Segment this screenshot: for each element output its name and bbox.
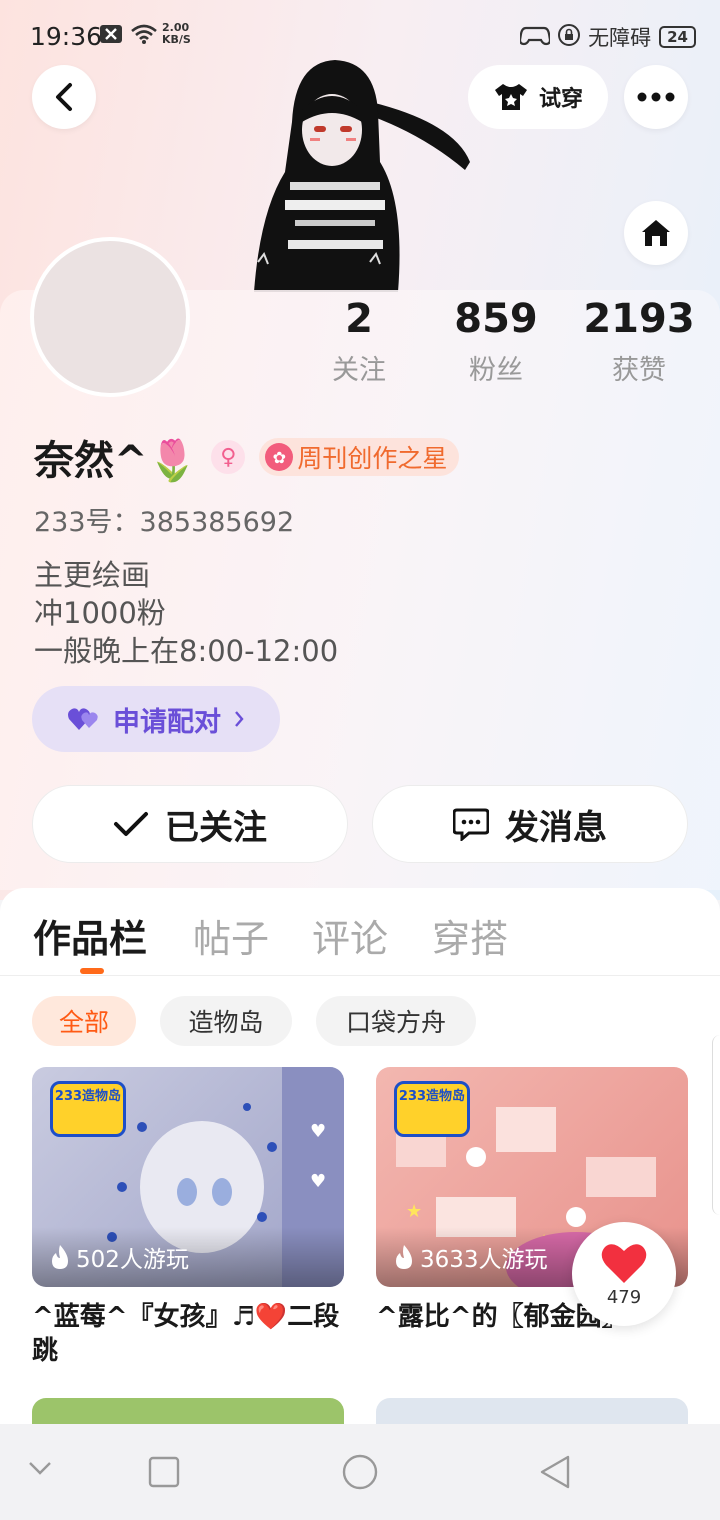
nav-back-icon[interactable] [538, 1454, 572, 1494]
home-icon [642, 220, 670, 246]
name-row: 奈然^🌷 ♀ ✿ 周刊创作之星 [34, 428, 460, 486]
tab-outfits[interactable]: 穿搭 [432, 908, 508, 963]
more-dots-icon [637, 92, 675, 102]
filter-chip-creation-island[interactable]: 造物岛 [160, 996, 292, 1046]
user-id: 233号：385385692 [34, 507, 295, 538]
bio-line: 主更绘画 [34, 558, 151, 592]
notification-x-icon [100, 24, 122, 48]
heart-icon [601, 1243, 647, 1283]
flame-icon [52, 1245, 68, 1269]
like-count: 479 [606, 1286, 642, 1308]
play-count-text: 502人游玩 [76, 1247, 189, 1273]
medal-icon: ✿ [265, 443, 294, 471]
svg-text:♥: ♥ [310, 1171, 326, 1192]
tab-bar: 作品栏 帖子 评论 穿搭 [0, 888, 720, 976]
try-on-label: 试穿 [538, 87, 583, 112]
tab-comments[interactable]: 评论 [312, 908, 388, 963]
lock-icon [558, 23, 581, 51]
network-speed: 2.00 KB/S [162, 22, 191, 46]
work-card[interactable] [376, 1398, 688, 1424]
status-time: 19:36 [30, 22, 103, 51]
bio-line: 冲1000粉 [34, 596, 166, 630]
play-count-text: 3633人游玩 [420, 1247, 548, 1273]
like-float-button[interactable]: 479 [572, 1222, 676, 1326]
female-gender-icon: ♀ [211, 440, 246, 474]
play-count: 502人游玩 [32, 1227, 344, 1287]
gamepad-icon [519, 24, 552, 51]
stat-following[interactable]: 2 关注 [294, 296, 424, 387]
creator-badge-label: 周刊创作之星 [297, 444, 448, 473]
svg-text:♥: ♥ [310, 1121, 326, 1142]
bio-line: 一般晚上在8:00-12:00 [34, 634, 339, 668]
app-logo: 233造物岛 [50, 1081, 126, 1137]
tab-indicator [80, 968, 104, 974]
user-name: 奈然^🌷 [34, 438, 198, 484]
stat-fans-label: 粉丝 [469, 355, 523, 386]
tshirt-icon [494, 84, 527, 110]
accessibility-label: 无障碍 [588, 26, 652, 50]
double-heart-icon [68, 708, 98, 730]
chat-bubble-icon [453, 808, 489, 841]
system-nav-bar [0, 1424, 720, 1520]
work-title[interactable]: ^蓝莓^『女孩』♬❤️二段跳 [32, 1300, 344, 1368]
apply-pair-label: 申请配对 [113, 706, 221, 738]
stat-likes-label: 获赞 [612, 355, 666, 386]
followed-button[interactable]: 已关注 [32, 785, 348, 863]
bio: 主更绘画 冲1000粉 一般晚上在8:00-12:00 [34, 556, 338, 670]
followed-label: 已关注 [165, 807, 267, 848]
svg-text:★: ★ [406, 1201, 422, 1222]
stat-fans[interactable]: 859 粉丝 [431, 296, 561, 387]
character-avatar-image [250, 52, 475, 292]
battery-icon: 24 [659, 26, 696, 48]
scrollbar[interactable] [712, 1035, 720, 1215]
flame-icon [396, 1245, 412, 1269]
app-logo: 233造物岛 [394, 1081, 470, 1137]
work-card[interactable] [32, 1398, 344, 1424]
avatar[interactable] [30, 237, 190, 397]
nav-recents-icon[interactable] [148, 1456, 180, 1492]
stat-likes-value: 2193 [583, 296, 695, 342]
tab-posts[interactable]: 帖子 [193, 908, 269, 963]
stat-fans-value: 859 [454, 296, 538, 342]
check-icon [114, 812, 148, 836]
network-speed-unit: KB/S [162, 33, 191, 46]
stat-following-label: 关注 [332, 355, 386, 386]
send-message-button[interactable]: 发消息 [372, 785, 688, 863]
nav-collapse-icon[interactable] [28, 1460, 52, 1480]
work-card[interactable]: ♥ ♥ 233造物岛 502人游玩 [32, 1067, 344, 1287]
status-right: 无障碍 24 [519, 22, 696, 52]
try-on-button[interactable]: 试穿 [468, 65, 608, 129]
nav-home-icon[interactable] [341, 1453, 379, 1495]
back-button[interactable] [32, 65, 96, 129]
chevron-left-icon [56, 83, 72, 111]
send-message-label: 发消息 [505, 807, 607, 848]
creator-badge[interactable]: ✿ 周刊创作之星 [259, 438, 460, 476]
tab-works[interactable]: 作品栏 [33, 908, 147, 963]
home-button[interactable] [624, 201, 688, 265]
filter-chip-all[interactable]: 全部 [32, 996, 136, 1046]
chevron-right-icon [235, 711, 244, 727]
filter-chip-pocket-ark[interactable]: 口袋方舟 [316, 996, 476, 1046]
wifi-icon [130, 24, 158, 49]
stat-likes[interactable]: 2193 获赞 [574, 296, 704, 387]
apply-pair-button[interactable]: 申请配对 [32, 686, 280, 752]
stat-following-value: 2 [345, 296, 373, 342]
more-button[interactable] [624, 65, 688, 129]
